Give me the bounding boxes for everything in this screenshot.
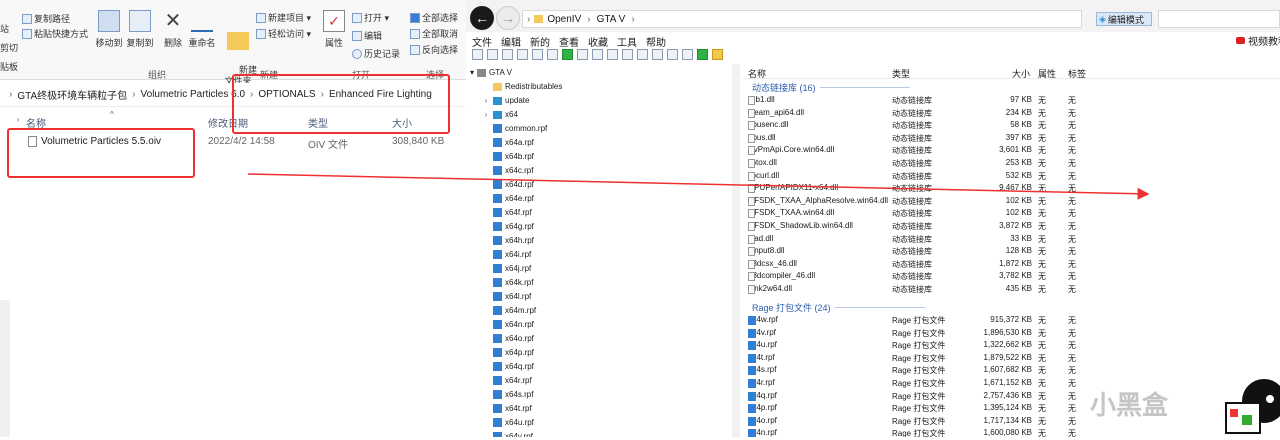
watermark-text: 小黑盒	[1090, 390, 1169, 420]
arrow-line	[247, 173, 1150, 200]
annotation-arrow	[247, 173, 1150, 200]
heybox-logo-icon	[1220, 365, 1280, 437]
